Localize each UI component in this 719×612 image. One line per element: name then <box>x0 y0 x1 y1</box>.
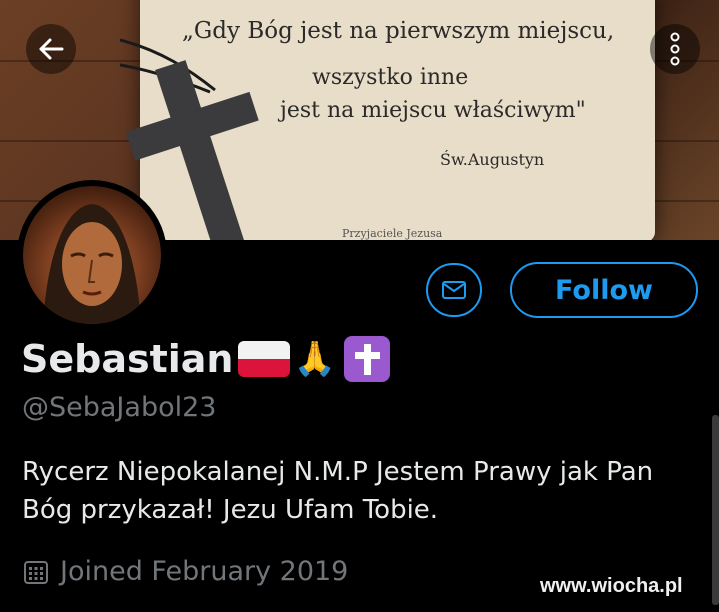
folded-hands-icon: 🙏 <box>293 339 336 379</box>
flag-poland-icon <box>237 341 290 377</box>
message-button[interactable] <box>426 263 482 317</box>
follow-button[interactable]: Follow <box>510 262 698 318</box>
display-name: Sebastian <box>21 337 234 381</box>
quote-line-2: wszystko inne <box>312 65 469 90</box>
latin-cross-icon <box>343 336 390 382</box>
joined-date-row: Joined February 2019 <box>22 556 348 587</box>
avatar[interactable] <box>17 180 167 330</box>
calendar-icon <box>24 560 48 584</box>
more-vertical-icon <box>670 32 680 66</box>
quote-author: Św.Augustyn <box>440 150 545 169</box>
arrow-left-icon <box>39 38 64 60</box>
avatar-image <box>23 186 161 324</box>
quote-line-3: jest na miejscu właściwym" <box>280 98 586 123</box>
watermark: www.wiocha.pl <box>540 575 683 597</box>
display-name-row: Sebastian 🙏 <box>21 336 390 382</box>
user-handle: @SebaJabol23 <box>22 392 217 423</box>
scrollbar[interactable] <box>712 415 719 605</box>
quote-footer: Przyjaciele Jezusa <box>342 227 443 240</box>
more-options-button[interactable] <box>650 24 700 74</box>
profile-bio: Rycerz Niepokalanej N.M.P Jestem Prawy j… <box>22 457 654 525</box>
joined-date: Joined February 2019 <box>60 556 349 587</box>
back-button[interactable] <box>26 24 76 74</box>
envelope-icon <box>442 281 466 299</box>
